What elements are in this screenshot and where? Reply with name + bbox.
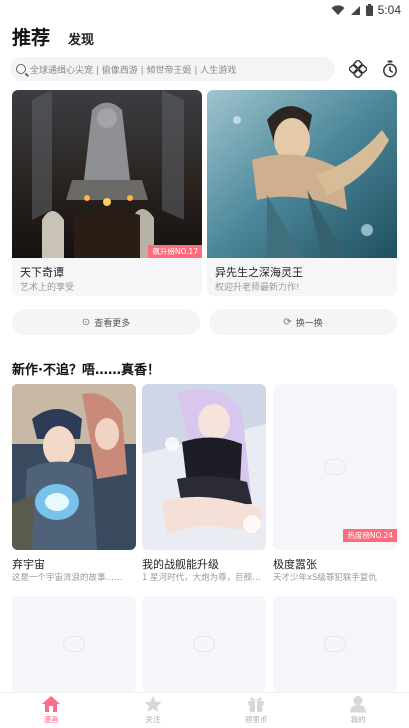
card-subtitle: 天才少年xS级罪犯联手复仇: [273, 573, 377, 583]
bottom-nav-label: 关注: [145, 715, 161, 724]
comic-card-placeholder[interactable]: ···: [273, 596, 397, 692]
cover-image: [142, 384, 266, 550]
wifi-icon: [331, 4, 345, 15]
comic-card[interactable]: 弃宇宙 这是一个宇宙流浪的故事……: [12, 384, 136, 584]
rank-badge: 飙升榜NO.17: [148, 245, 202, 258]
bottom-nav: 漫画 关注 领里币 我的: [0, 692, 409, 728]
tab-recommend[interactable]: 推荐: [12, 23, 50, 50]
bottom-nav-profile[interactable]: 我的: [328, 695, 388, 727]
card-subtitle: 这是一个宇宙流浪的故事……: [12, 573, 123, 583]
placeholder-logo-icon: ···: [324, 636, 346, 652]
card-title: 我的战舰能升级: [142, 558, 219, 571]
cover-image: [207, 90, 397, 258]
stopwatch-icon: [383, 60, 397, 78]
user-icon: [350, 696, 366, 713]
tab-discover[interactable]: 发现: [68, 29, 94, 48]
top-nav: 推荐 发现: [12, 24, 94, 50]
status-time: 5:04: [377, 3, 401, 17]
home-icon: [42, 696, 60, 712]
search-placeholder: 全球通缉心尖宠 | 偷像西游 | 倾世帝王姬 | 人生游戏: [30, 65, 237, 76]
card-subtitle: 艺术上的享受: [20, 283, 75, 293]
placeholder-logo-icon: ···: [324, 459, 346, 475]
search-row: 全球通缉心尖宠 | 偷像西游 | 倾世帝王姬 | 人生游戏: [10, 57, 399, 81]
timer-button[interactable]: [378, 57, 402, 81]
cover-image: [12, 384, 136, 550]
comic-card[interactable]: ··· 热度榜NO.24 极度嚣张 天才少年xS级罪犯联手复仇: [273, 384, 397, 584]
cellular-signal-icon: [350, 5, 360, 15]
cover-placeholder: ···: [12, 596, 136, 692]
featured-card[interactable]: 飙升榜NO.17 天下奇谭 艺术上的享受: [12, 90, 202, 296]
see-more-label: 查看更多: [94, 318, 131, 329]
battery-icon: [365, 4, 373, 16]
status-bar: 5:04: [0, 0, 409, 22]
bottom-nav-label: 漫画: [43, 715, 59, 724]
featured-card[interactable]: 异先生之深海灵王 权迎升老师最新力作!: [207, 90, 397, 296]
bottom-nav-coins[interactable]: 领里币: [226, 695, 286, 727]
card-title: 天下奇谭: [20, 266, 64, 279]
category-button[interactable]: [346, 57, 370, 81]
comic-card[interactable]: 我的战舰能升级 1 星河时代，大炮为尊，巨舰…: [142, 384, 266, 584]
bottom-nav-comics[interactable]: 漫画: [21, 695, 81, 727]
gift-icon: [248, 697, 264, 712]
card-title: 极度嚣张: [273, 558, 317, 571]
see-more-button[interactable]: ⊙ 查看更多: [12, 309, 200, 335]
card-title: 异先生之深海灵王: [215, 266, 303, 279]
cover-placeholder: ···: [273, 596, 397, 692]
search-input[interactable]: 全球通缉心尖宠 | 偷像西游 | 倾世帝王姬 | 人生游戏: [10, 57, 335, 81]
cover-image: [12, 90, 202, 258]
search-icon: [16, 64, 26, 74]
section-title: 新作·不追？唔……真香！: [12, 363, 160, 378]
comic-card-placeholder[interactable]: ···: [142, 596, 266, 692]
refresh-icon: ⟳: [283, 316, 292, 328]
category-icon: [349, 60, 367, 78]
bottom-nav-label: 我的: [350, 715, 366, 724]
cover-art: [142, 384, 266, 550]
cover-placeholder: ···: [273, 384, 397, 550]
action-row: ⊙ 查看更多 ⟳ 换一换: [12, 309, 397, 335]
cover-placeholder: ···: [142, 596, 266, 692]
placeholder-logo-icon: ···: [63, 636, 85, 652]
comic-card-placeholder[interactable]: ···: [12, 596, 136, 692]
card-subtitle: 权迎升老师最新力作!: [215, 283, 300, 293]
card-subtitle: 1 星河时代，大炮为尊，巨舰…: [142, 573, 261, 583]
placeholder-logo-icon: ···: [193, 636, 215, 652]
bottom-nav-label: 领里币: [244, 715, 268, 724]
bottom-nav-follow[interactable]: 关注: [123, 695, 183, 727]
refresh-label: 换一换: [295, 318, 323, 329]
more-dots-icon: ⊙: [81, 316, 91, 328]
featured-section: 飙升榜NO.17 天下奇谭 艺术上的享受 异先生之深海灵王 权迎升老师最新力作!: [12, 90, 397, 296]
card-title: 弃宇宙: [12, 558, 45, 571]
refresh-button[interactable]: ⟳ 换一换: [209, 309, 397, 335]
star-icon: [144, 696, 162, 712]
cover-art: [12, 384, 136, 550]
rank-badge: 热度榜NO.24: [343, 529, 397, 542]
